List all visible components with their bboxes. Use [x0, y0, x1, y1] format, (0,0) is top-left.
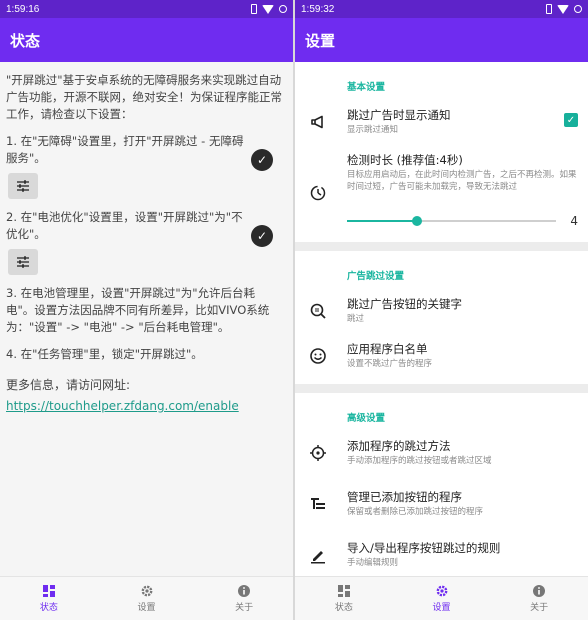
slider-value: 4	[570, 214, 578, 228]
app-bar: 状态	[0, 18, 293, 62]
ad-skip-section: 广告跳过设置 跳过广告按钮的关键字 跳过 应用程序白名单 设置不跳过广告的程序	[295, 251, 588, 384]
list-tree-icon	[307, 493, 329, 515]
basic-settings-section: 基本设置 跳过广告时显示通知 显示跳过通知 ✓ 检测时长 (推荐值:4秒) 目标…	[295, 62, 588, 242]
row-subtitle: 手动添加程序的跳过按钮或者跳过区域	[347, 456, 492, 466]
nav-label: 关于	[235, 603, 254, 613]
page-title: 状态	[10, 31, 41, 50]
status-bar: 1:59:32	[295, 0, 588, 18]
crosshair-icon	[307, 442, 329, 464]
battery-icon	[546, 4, 552, 14]
nav-about[interactable]: 关于	[195, 577, 293, 620]
check-done-icon: ✓	[251, 149, 273, 171]
notify-setting-row[interactable]: 跳过广告时显示通知 显示跳过通知 ✓	[295, 99, 588, 144]
section-header: 广告跳过设置	[347, 271, 405, 282]
step-task-lock: 4. 在"任务管理"里，锁定"开屏跳过"。	[6, 346, 283, 363]
tune-icon	[17, 180, 29, 192]
row-title: 检测时长 (推荐值:4秒)	[347, 153, 463, 167]
slider-thumb[interactable]	[411, 216, 422, 226]
enable-guide-link[interactable]: https://touchhelper.zfdang.com/enable	[6, 399, 239, 413]
duration-setting-row[interactable]: 检测时长 (推荐值:4秒) 目标应用启动后，在此时间内检测广告，之后不再检测。如…	[295, 144, 588, 212]
duration-slider[interactable]	[347, 214, 556, 228]
smiley-icon	[307, 345, 329, 367]
nav-about[interactable]: 关于	[490, 577, 588, 620]
status-bar: 1:59:16	[0, 0, 293, 18]
tune-icon	[17, 256, 29, 268]
timer-icon	[307, 182, 329, 204]
nav-label: 设置	[432, 603, 451, 613]
row-title: 应用程序白名单	[347, 342, 428, 356]
settings-list: 基本设置 跳过广告时显示通知 显示跳过通知 ✓ 检测时长 (推荐值:4秒) 目标…	[295, 62, 588, 576]
nav-settings[interactable]: 设置	[393, 577, 491, 620]
slider-fill	[347, 220, 417, 222]
nav-label: 关于	[530, 603, 549, 613]
nav-status[interactable]: 状态	[0, 577, 98, 620]
step-battery-optimization: 2. 在"电池优化"设置里，设置"开屏跳过"为"不优化"。 ✓	[6, 209, 283, 275]
bottom-nav: 状态 设置 关于	[0, 576, 293, 620]
step-text: 2. 在"电池优化"设置里，设置"开屏跳过"为"不优化"。	[6, 210, 243, 241]
info-icon	[238, 585, 251, 597]
row-title: 管理已添加按钮的程序	[347, 490, 462, 504]
battery-icon	[251, 4, 257, 14]
wifi-icon	[262, 4, 274, 14]
row-subtitle: 显示跳过通知	[347, 125, 399, 135]
row-title: 导入/导出程序按钮跳过的规则	[347, 541, 501, 555]
step-accessibility: 1. 在"无障碍"设置里，打开"开屏跳过 - 无障碍服务"。 ✓	[6, 133, 283, 199]
search-text-icon	[307, 300, 329, 322]
megaphone-icon	[307, 111, 329, 133]
step-battery-management: 3. 在电池管理里，设置"开屏跳过"为"允许后台耗电"。设置方法因品牌不同有所差…	[6, 285, 283, 336]
row-title: 跳过广告时显示通知	[347, 108, 451, 122]
row-subtitle: 设置不跳过广告的程序	[347, 359, 433, 369]
manage-apps-row[interactable]: 管理已添加按钮的程序 保留或者删除已添加跳过按钮的程序	[295, 481, 588, 532]
status-time: 1:59:32	[301, 3, 335, 15]
duration-slider-row: 4	[295, 212, 588, 242]
page-title: 设置	[305, 31, 336, 50]
section-divider	[295, 242, 588, 251]
gear-icon	[141, 585, 152, 597]
nav-label: 设置	[137, 603, 156, 613]
advanced-settings-section: 高级设置 添加程序的跳过方法 手动添加程序的跳过按钮或者跳过区域 管理已添加按钮…	[295, 393, 588, 576]
check-done-icon: ✓	[251, 225, 273, 247]
sync-icon	[279, 5, 287, 13]
status-screen: 1:59:16 状态 "开屏跳过"基于安卓系统的无障碍服务来实现跳过自动广告功能…	[0, 0, 293, 620]
intro-text: "开屏跳过"基于安卓系统的无障碍服务来实现跳过自动广告功能，开源不联网，绝对安全…	[6, 73, 282, 121]
row-title: 跳过广告按钮的关键字	[347, 297, 462, 311]
nav-settings[interactable]: 设置	[98, 577, 196, 620]
section-divider	[295, 384, 588, 393]
notify-checkbox[interactable]: ✓	[564, 113, 578, 127]
keyword-setting-row[interactable]: 跳过广告按钮的关键字 跳过	[295, 288, 588, 333]
section-header: 基本设置	[347, 82, 386, 93]
step-text: 4. 在"任务管理"里，锁定"开屏跳过"。	[6, 347, 203, 361]
row-subtitle: 手动编辑规则	[347, 558, 399, 568]
app-bar: 设置	[295, 18, 588, 62]
row-title: 添加程序的跳过方法	[347, 439, 451, 453]
edit-icon	[307, 544, 329, 566]
status-content: "开屏跳过"基于安卓系统的无障碍服务来实现跳过自动广告功能，开源不联网，绝对安全…	[0, 62, 293, 415]
dashboard-icon	[337, 585, 350, 597]
sync-icon	[574, 5, 582, 13]
row-subtitle: 跳过	[347, 314, 365, 324]
settings-screen: 1:59:32 设置 基本设置 跳过广告时显示通知 显示跳过通知 ✓ 检测时长 …	[295, 0, 588, 620]
dashboard-icon	[42, 585, 55, 597]
gear-icon	[436, 585, 447, 597]
section-header: 高级设置	[347, 413, 386, 424]
status-time: 1:59:16	[6, 3, 40, 15]
nav-label: 状态	[39, 603, 58, 613]
more-info-text: 更多信息，请访问网址:	[6, 378, 131, 392]
whitelist-setting-row[interactable]: 应用程序白名单 设置不跳过广告的程序	[295, 333, 588, 384]
row-subtitle: 目标应用启动后，在此时间内检测广告，之后不再检测。如果时间过短，广告可能未加载完…	[347, 170, 577, 192]
open-accessibility-settings-button[interactable]	[8, 173, 38, 199]
import-export-row[interactable]: 导入/导出程序按钮跳过的规则 手动编辑规则	[295, 532, 588, 576]
info-icon	[533, 585, 546, 597]
nav-status[interactable]: 状态	[295, 577, 393, 620]
row-subtitle: 保留或者删除已添加跳过按钮的程序	[347, 507, 484, 517]
bottom-nav: 状态 设置 关于	[295, 576, 588, 620]
step-text: 1. 在"无障碍"设置里，打开"开屏跳过 - 无障碍服务"。	[6, 134, 244, 165]
step-text: 3. 在电池管理里，设置"开屏跳过"为"允许后台耗电"。设置方法因品牌不同有所差…	[6, 286, 270, 334]
nav-label: 状态	[334, 603, 353, 613]
open-battery-settings-button[interactable]	[8, 249, 38, 275]
add-skip-method-row[interactable]: 添加程序的跳过方法 手动添加程序的跳过按钮或者跳过区域	[295, 430, 588, 481]
wifi-icon	[557, 4, 569, 14]
